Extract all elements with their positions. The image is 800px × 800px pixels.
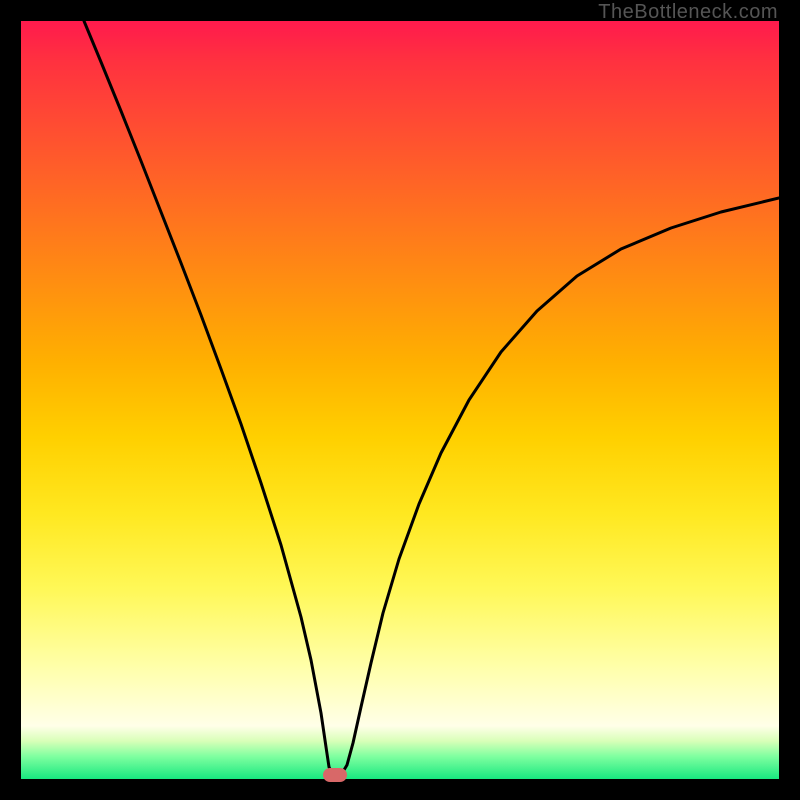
watermark-text: TheBottleneck.com [598, 1, 778, 24]
gradient-plot-area [21, 21, 779, 779]
minimum-marker [323, 768, 347, 782]
